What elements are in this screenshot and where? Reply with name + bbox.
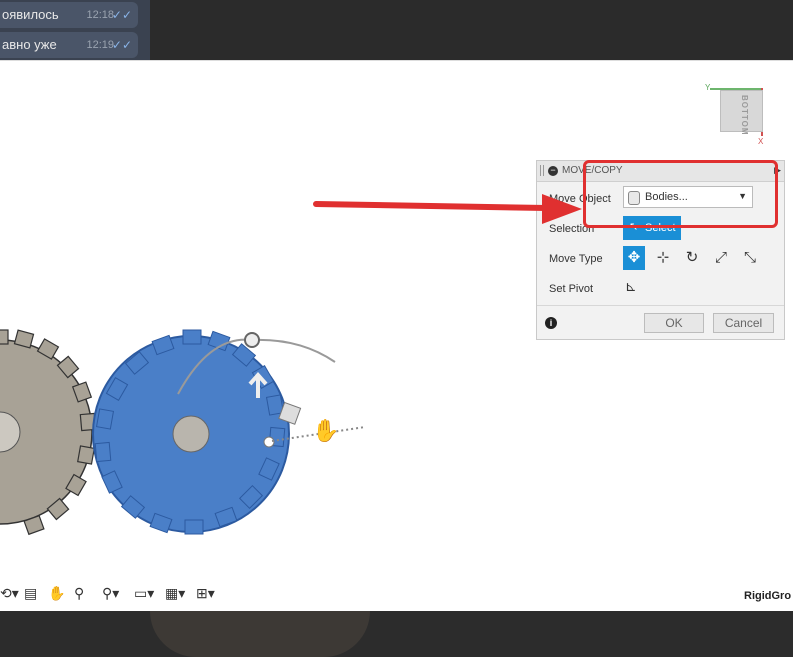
- watermark: RigidGro: [744, 590, 792, 602]
- hand-cursor-icon: ✋: [312, 418, 339, 443]
- annotation-highlight-box: [583, 160, 778, 228]
- annotation-arrow: [313, 194, 582, 224]
- grey-gear[interactable]: [0, 329, 97, 536]
- point-to-position-icon[interactable]: ⤡: [739, 246, 761, 270]
- pivot-icon[interactable]: ⊾: [625, 278, 637, 295]
- look-at-icon[interactable]: ▤: [24, 585, 37, 602]
- viewcube-face-label: BOTTOM: [740, 95, 749, 136]
- set-pivot-label: Set Pivot: [549, 283, 594, 295]
- rotate-icon[interactable]: ↻: [681, 246, 703, 270]
- collapse-icon[interactable]: −: [548, 166, 558, 176]
- move-type-label: Move Type: [549, 253, 603, 265]
- chat-message-text: авно уже: [2, 37, 57, 52]
- x-axis-label: X: [758, 137, 764, 146]
- background-area-bottom: [0, 611, 793, 657]
- pan-icon[interactable]: ✋: [48, 585, 65, 602]
- blue-gear[interactable]: [92, 329, 290, 535]
- divider: [537, 305, 784, 306]
- orbit-icon[interactable]: ⟲▾: [0, 585, 19, 602]
- background-chat: оявилось 12:18 ✓✓ авно уже 12:19 ✓✓: [0, 0, 150, 60]
- viewports-icon[interactable]: ⊞▾: [196, 585, 215, 602]
- chat-message: авно уже 12:19 ✓✓: [0, 32, 138, 58]
- chat-message-time: 12:19: [86, 39, 114, 51]
- read-check-icon: ✓✓: [111, 38, 132, 52]
- drag-grip-icon[interactable]: [540, 165, 544, 176]
- ok-button[interactable]: OK: [644, 313, 704, 333]
- gears-scene[interactable]: ✋: [0, 290, 380, 550]
- viewcube[interactable]: BOTTOM: [720, 90, 763, 136]
- rotation-handle[interactable]: [244, 332, 260, 348]
- chat-message-time: 12:18: [86, 9, 114, 21]
- read-check-icon: ✓✓: [111, 8, 132, 22]
- free-move-icon[interactable]: ✥: [623, 246, 645, 270]
- translate-icon[interactable]: ⊹: [652, 246, 674, 270]
- cancel-button[interactable]: Cancel: [713, 313, 774, 333]
- navigation-toolbar: ⟲▾ ▤ ✋ ⚲ ⚲▾ ▭▾ ▦▾ ⊞▾: [0, 583, 230, 607]
- background-area: [150, 0, 793, 60]
- point-to-point-icon[interactable]: ⤢: [710, 246, 732, 270]
- grid-icon[interactable]: ▦▾: [165, 585, 185, 602]
- zoom-icon[interactable]: ⚲: [74, 585, 84, 602]
- info-icon[interactable]: i: [545, 317, 557, 329]
- fit-icon[interactable]: ⚲▾: [102, 585, 119, 602]
- chat-message-text: оявилось: [2, 7, 59, 22]
- display-settings-icon[interactable]: ▭▾: [134, 585, 154, 602]
- chat-message: оявилось 12:18 ✓✓: [0, 2, 138, 28]
- pivot-point-handle[interactable]: [263, 436, 275, 448]
- y-axis-label: Y: [705, 83, 711, 92]
